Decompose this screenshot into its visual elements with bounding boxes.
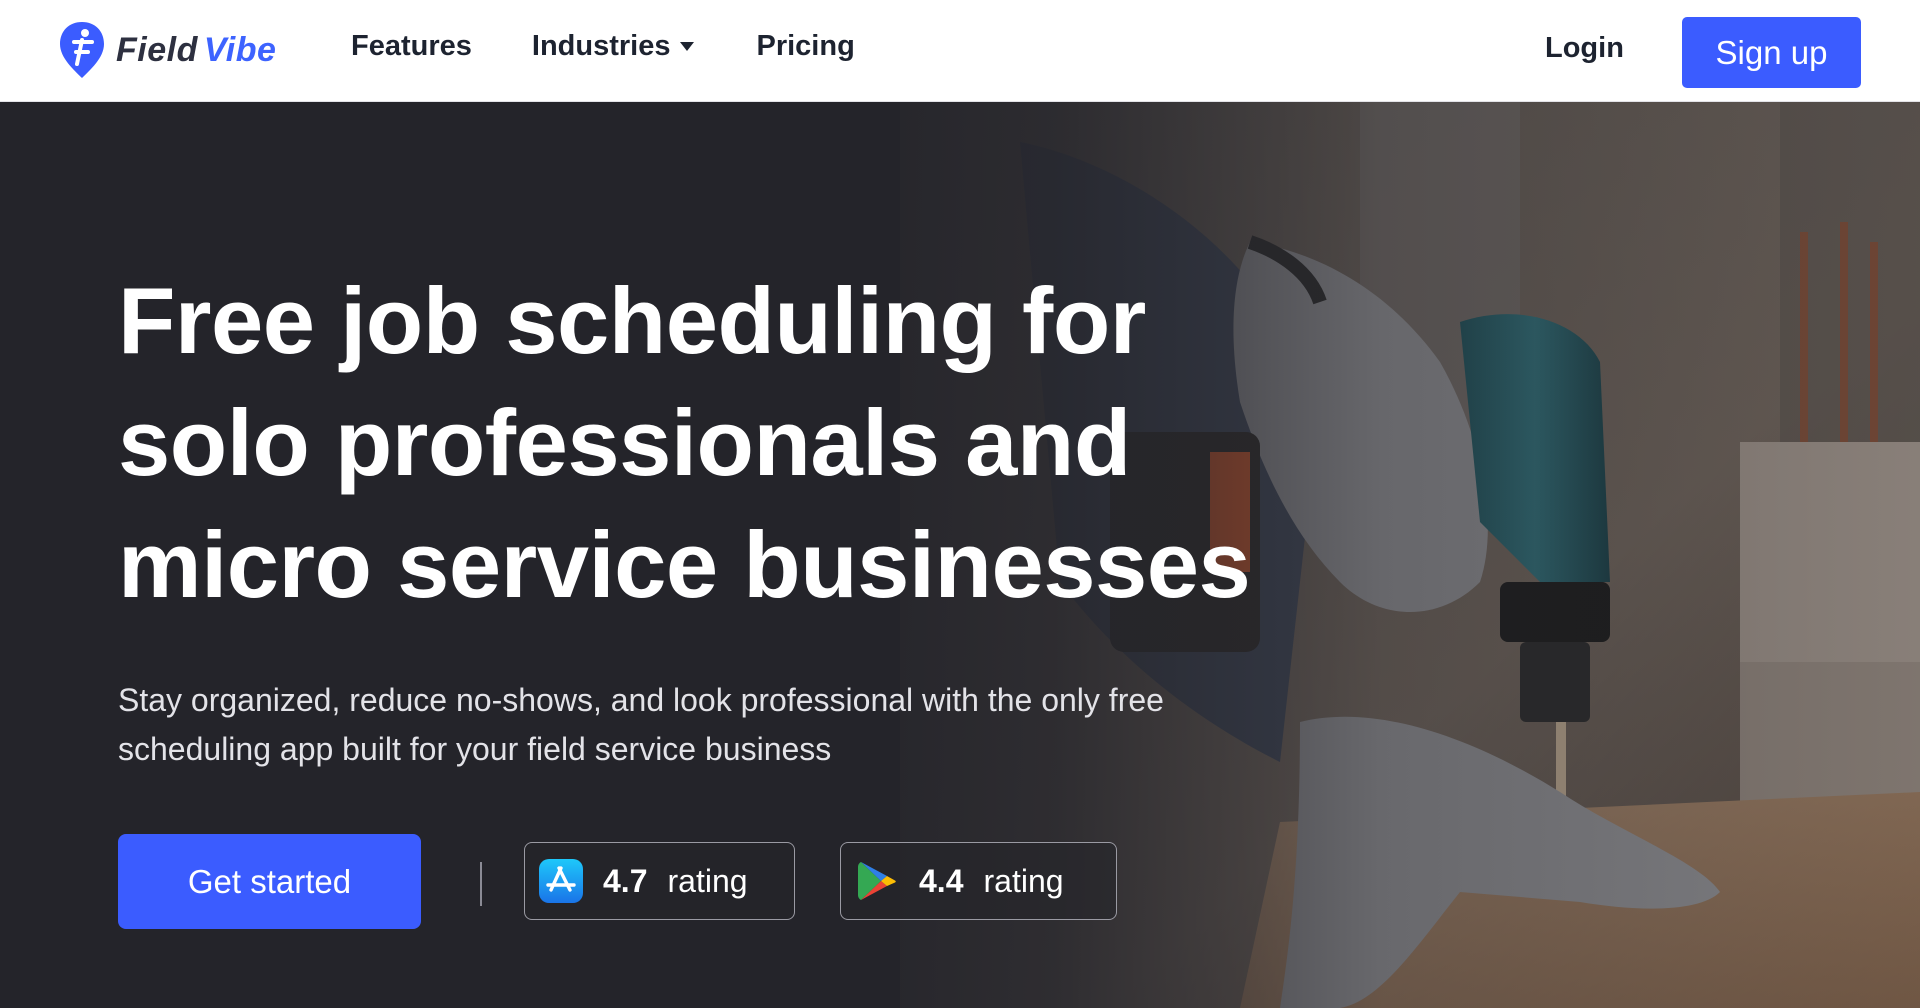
hero-headline: Free job scheduling for solo professiona… — [118, 260, 1458, 626]
caret-down-icon — [680, 42, 695, 51]
nav-industries-dropdown[interactable]: Industries — [532, 30, 695, 63]
hero-section: Free job scheduling for solo professiona… — [0, 102, 1920, 1008]
vertical-divider — [480, 862, 482, 906]
signup-button[interactable]: Sign up — [1682, 17, 1861, 88]
get-started-button[interactable]: Get started — [118, 834, 421, 929]
main-nav: Features Industries Pricing — [351, 30, 855, 63]
logo[interactable]: Field Vibe — [58, 20, 276, 80]
nav-features-link[interactable]: Features — [351, 30, 472, 63]
login-link[interactable]: Login — [1545, 32, 1624, 65]
google-play-rating-badge[interactable]: 4.4 rating — [840, 842, 1117, 920]
google-play-rating-label: rating — [983, 862, 1064, 899]
subtext-line-2: scheduling app built for your field serv… — [118, 731, 832, 767]
hero-subtext: Stay organized, reduce no-shows, and loo… — [118, 676, 1398, 774]
google-play-rating-value: 4.4 — [919, 862, 964, 899]
subtext-line-1: Stay organized, reduce no-shows, and loo… — [118, 682, 1164, 718]
fieldvibe-pin-logo-icon — [58, 20, 106, 80]
app-store-rating-label: rating — [667, 862, 748, 899]
headline-line-3: micro service businesses — [118, 512, 1251, 617]
logo-word-field: Field — [116, 30, 198, 69]
nav-pricing-link[interactable]: Pricing — [756, 30, 854, 63]
app-store-rating-badge[interactable]: 4.7 rating — [524, 842, 795, 920]
app-store-icon — [539, 859, 583, 903]
logo-wordmark: Field Vibe — [116, 31, 276, 70]
headline-line-1: Free job scheduling for — [118, 268, 1146, 373]
site-header: Field Vibe Features Industries Pricing L… — [0, 0, 1920, 102]
logo-word-vibe: Vibe — [203, 30, 277, 69]
headline-line-2: solo professionals and — [118, 390, 1131, 495]
app-store-rating-value: 4.7 — [603, 862, 648, 899]
nav-industries-label: Industries — [531, 30, 671, 62]
google-play-icon — [855, 859, 899, 903]
